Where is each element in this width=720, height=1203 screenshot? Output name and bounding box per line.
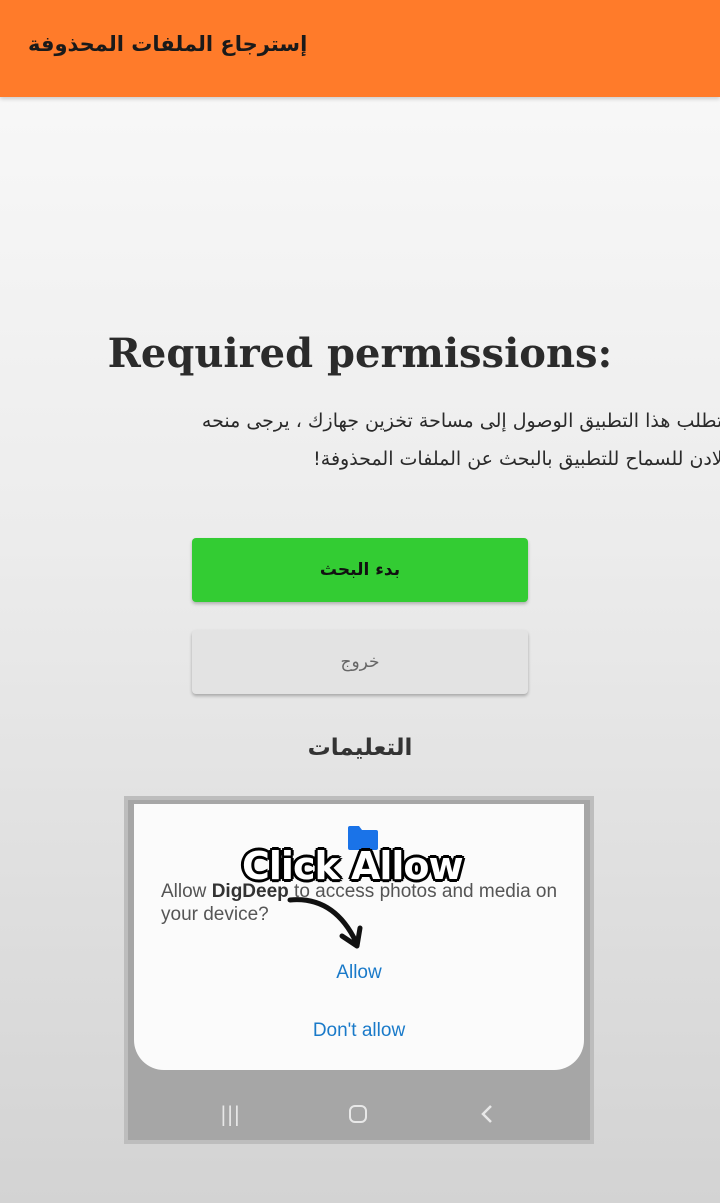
dialog-prompt-prefix: Allow (161, 881, 212, 902)
app-bar: إسترجاع الملفات المحذوفة (0, 0, 720, 97)
exit-button[interactable]: خروج (192, 630, 528, 694)
permissions-description-line-1: يتطلب هذا التطبيق الوصول إلى مساحة تخزين… (201, 410, 720, 432)
permissions-description-line-2: الادن للسماح للتطبيق بالبحث عن الملفات ا… (313, 448, 720, 470)
dialog-allow-label: Allow (336, 962, 382, 983)
back-icon (481, 1105, 492, 1123)
start-search-button[interactable]: بدء البحث (192, 538, 528, 602)
curved-arrow-icon (287, 897, 363, 949)
instructions-title: التعليمات (307, 735, 413, 761)
permissions-description: يتطلب هذا التطبيق الوصول إلى مساحة تخزين… (0, 402, 720, 478)
click-allow-overlay: Click Allow (242, 844, 464, 888)
device-nav-bar-image: ||| (128, 1090, 590, 1140)
home-icon (349, 1105, 367, 1123)
app-title: إسترجاع الملفات المحذوفة (28, 32, 308, 56)
dialog-deny-label: Don't allow (312, 1020, 406, 1041)
instructions-image: Allow DigDeep to access photos and media… (124, 796, 594, 1144)
permission-dialog-image: Allow DigDeep to access photos and media… (134, 804, 584, 1070)
permissions-title: Required permissions: (107, 330, 613, 377)
recent-apps-icon: ||| (220, 1102, 241, 1126)
